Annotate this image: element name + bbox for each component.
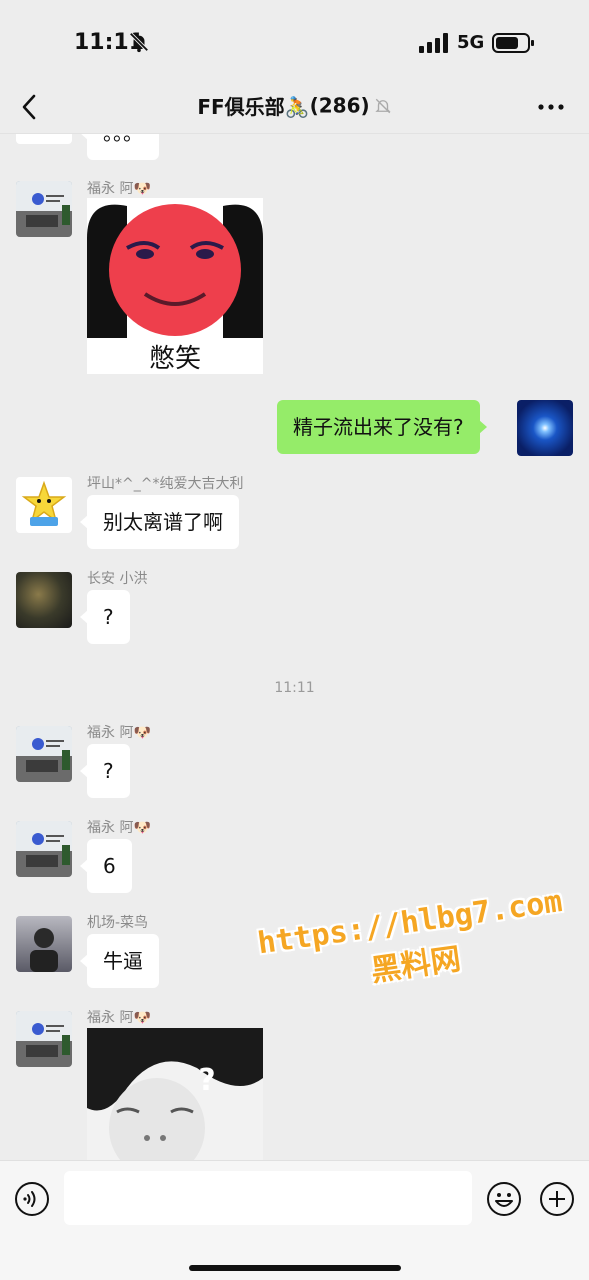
chat-title: FF俱乐部🚴(286)	[0, 91, 589, 120]
message-bubble[interactable]: 牛逼	[80, 934, 159, 988]
office-photo-icon	[16, 726, 72, 782]
sender-name: 福永 阿🐶	[87, 181, 151, 197]
home-indicator	[189, 1265, 401, 1271]
voice-icon[interactable]	[14, 1181, 50, 1217]
avatar[interactable]	[16, 1011, 72, 1067]
plus-icon[interactable]	[539, 1181, 575, 1217]
group-name: FF俱乐部🚴	[197, 95, 310, 119]
mute-icon	[374, 98, 391, 113]
office-photo-icon	[16, 821, 72, 877]
my-avatar[interactable]	[517, 400, 573, 456]
face-sticker-icon: ?	[87, 1028, 263, 1160]
avatar[interactable]	[16, 572, 72, 628]
input-bar	[0, 1160, 589, 1280]
avatar[interactable]	[16, 134, 72, 144]
sticker-caption: ?	[198, 1063, 215, 1098]
star-mascot-icon	[21, 480, 67, 526]
signal-icon	[419, 33, 448, 53]
star-mascot-icon	[16, 134, 72, 144]
message-bubble[interactable]: 别太离谱了啊	[80, 495, 239, 549]
sender-name: 机场-菜鸟	[87, 915, 149, 931]
avatar[interactable]	[16, 181, 72, 237]
person-photo-icon	[30, 928, 58, 972]
avatar[interactable]	[16, 821, 72, 877]
sender-name: 坪山*^_^*纯爱大吉大利	[87, 476, 244, 492]
office-photo-icon	[16, 1011, 72, 1067]
sender-name: 福永 阿🐶	[87, 1010, 151, 1026]
chat-header: FF俱乐部🚴(286)	[0, 80, 589, 134]
message-input[interactable]	[64, 1171, 472, 1225]
network-label: 5G	[457, 32, 485, 53]
my-message-bubble[interactable]: 精子流出来了没有?	[277, 400, 487, 454]
message-timestamp: 11:11	[274, 680, 315, 696]
battery-icon	[492, 33, 534, 53]
sender-name: 福永 阿🐶	[87, 725, 151, 741]
message-bubble[interactable]: 。。。	[80, 134, 159, 160]
avatar[interactable]	[16, 916, 72, 972]
sender-name: 福永 阿🐶	[87, 820, 151, 836]
sticker-caption: 憋笑	[149, 344, 201, 374]
message-list[interactable]: 。。。 福永 阿🐶 憋笑 精子流出来了没有?	[0, 134, 589, 1160]
status-bar: 11:11 5G	[0, 0, 589, 80]
message-bubble[interactable]: 6	[80, 839, 132, 893]
member-count: (286)	[309, 93, 370, 118]
message-bubble[interactable]: ?	[80, 590, 130, 644]
panda-sticker-icon: 憋笑	[87, 198, 263, 374]
silent-bell-icon	[129, 32, 149, 53]
emoji-icon[interactable]	[486, 1181, 522, 1217]
message-bubble[interactable]: ?	[80, 744, 130, 798]
avatar[interactable]	[16, 726, 72, 782]
sender-name: 长安 小洪	[87, 571, 148, 587]
avatar[interactable]	[16, 477, 72, 533]
sticker-image[interactable]: 憋笑	[87, 198, 263, 374]
sticker-image[interactable]: ?	[87, 1028, 263, 1160]
office-photo-icon	[16, 181, 72, 237]
more-icon[interactable]	[536, 94, 566, 120]
